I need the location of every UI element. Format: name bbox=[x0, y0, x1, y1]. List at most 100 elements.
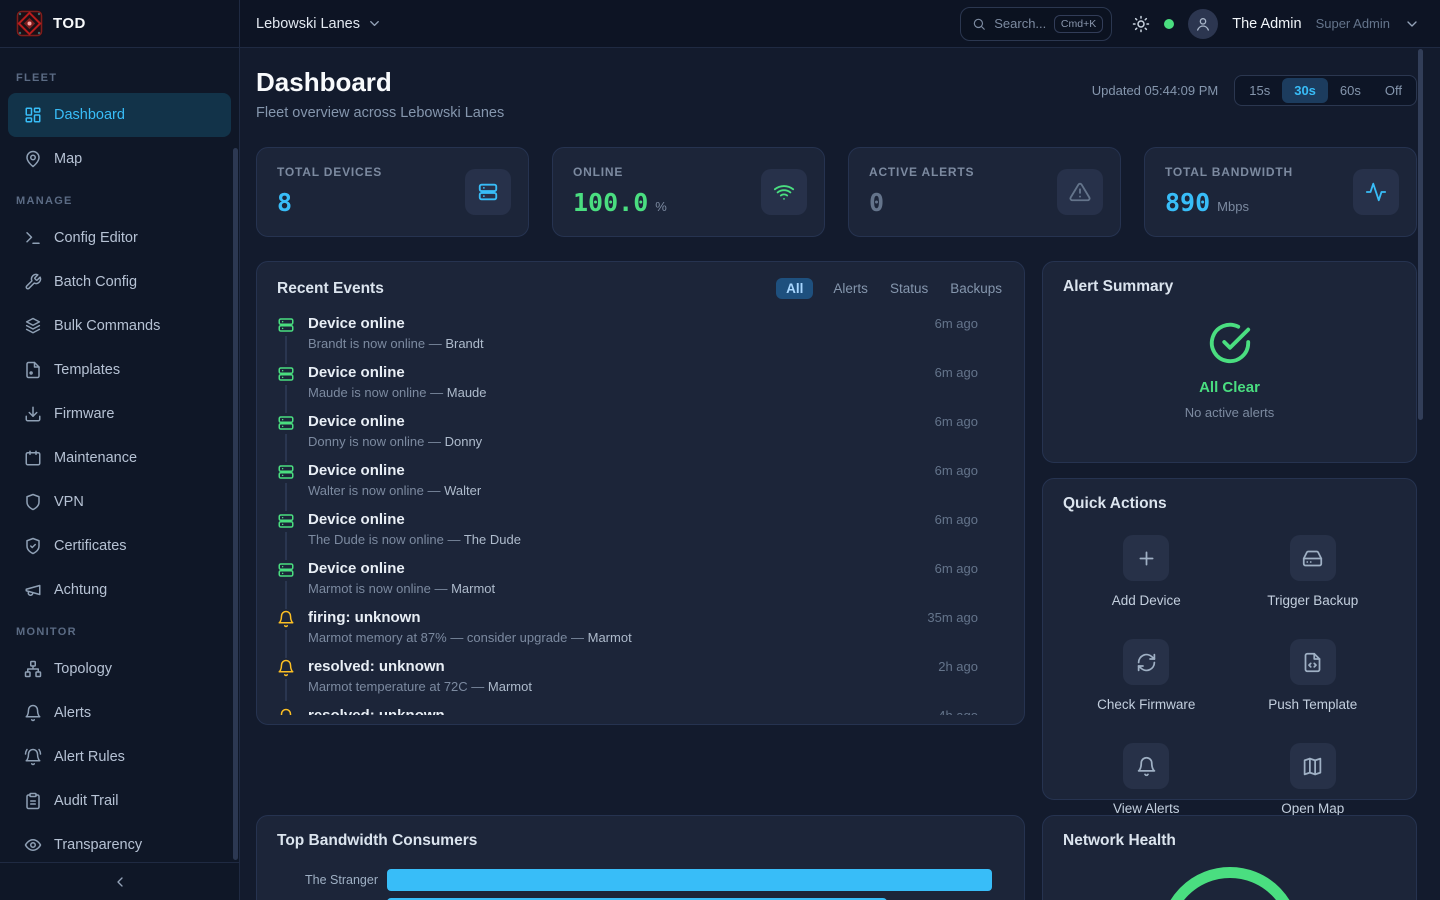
sidebar-item-label: Batch Config bbox=[54, 274, 137, 290]
quick-action-label: Trigger Backup bbox=[1267, 593, 1358, 608]
stat-suffix: % bbox=[655, 199, 667, 214]
quick-action-label: Open Map bbox=[1281, 801, 1344, 816]
event-time: 6m ago bbox=[935, 316, 1004, 331]
sidebar-item-achtung[interactable]: Achtung bbox=[8, 568, 231, 612]
quick-action-trigger-backup[interactable]: Trigger Backup bbox=[1230, 535, 1397, 608]
quick-action-view-alerts[interactable]: View Alerts bbox=[1063, 743, 1230, 816]
events-tab-backups[interactable]: Backups bbox=[948, 278, 1004, 299]
stat-card-online: ONLINE 100.0 % bbox=[552, 147, 825, 237]
event-title: Device online bbox=[308, 413, 405, 430]
sidebar-item-transparency[interactable]: Transparency bbox=[8, 823, 231, 862]
quick-action-label: Add Device bbox=[1112, 593, 1181, 608]
fleet-selector-label: Lebowski Lanes bbox=[256, 16, 360, 32]
user-icon bbox=[1195, 16, 1211, 32]
network-health-panel: Network Health 100 bbox=[1042, 815, 1417, 900]
sidebar-item-maintenance[interactable]: Maintenance bbox=[8, 436, 231, 480]
quick-action-check-firmware[interactable]: Check Firmware bbox=[1063, 639, 1230, 712]
sidebar-item-templates[interactable]: Templates bbox=[8, 348, 231, 392]
topbar: TOD Lebowski Lanes Cmd+K The Admin Super… bbox=[0, 0, 1440, 48]
events-tab-status[interactable]: Status bbox=[888, 278, 930, 299]
sidebar-item-alert-rules[interactable]: Alert Rules bbox=[8, 735, 231, 779]
sidebar-item-bulk-commands[interactable]: Bulk Commands bbox=[8, 304, 231, 348]
alert-summary-title: Alert Summary bbox=[1063, 278, 1396, 296]
chevron-down-icon bbox=[367, 16, 382, 31]
quick-action-push-template[interactable]: Push Template bbox=[1230, 639, 1397, 712]
alert-summary-status: All Clear bbox=[1199, 379, 1260, 396]
sidebar-item-batch-config[interactable]: Batch Config bbox=[8, 260, 231, 304]
events-scrollbar[interactable] bbox=[1418, 49, 1423, 420]
quick-actions-panel: Quick Actions Add Device Trigger Backup bbox=[1042, 478, 1417, 800]
server-icon bbox=[277, 315, 295, 336]
sidebar-item-vpn[interactable]: VPN bbox=[8, 480, 231, 524]
alert-summary-detail: No active alerts bbox=[1185, 405, 1275, 420]
interval-option-60s[interactable]: 60s bbox=[1328, 78, 1373, 103]
clipboard-icon bbox=[24, 792, 42, 810]
user-role: Super Admin bbox=[1316, 16, 1390, 31]
interval-option-15s[interactable]: 15s bbox=[1237, 78, 1282, 103]
search-input[interactable] bbox=[994, 16, 1046, 31]
recent-events-panel: Recent Events All Alerts Status Backups bbox=[256, 261, 1025, 725]
sidebar-item-certificates[interactable]: Certificates bbox=[8, 524, 231, 568]
user-menu-button[interactable] bbox=[1404, 16, 1420, 32]
stat-icon-chip bbox=[465, 169, 511, 215]
sidebar-item-topology[interactable]: Topology bbox=[8, 647, 231, 691]
map-icon bbox=[1302, 756, 1323, 777]
map-pin-icon bbox=[24, 150, 42, 168]
sidebar-item-config-editor[interactable]: Config Editor bbox=[8, 216, 231, 260]
event-subtitle: The Dude is now onlineThe Dude bbox=[308, 532, 1004, 547]
server-icon bbox=[277, 560, 295, 581]
sidebar-item-map[interactable]: Map bbox=[8, 137, 231, 181]
sidebar-item-dashboard[interactable]: Dashboard bbox=[8, 93, 231, 137]
event-time: 6m ago bbox=[935, 512, 1004, 527]
sidebar-item-label: Topology bbox=[54, 661, 112, 677]
stat-value: 8 bbox=[277, 188, 292, 217]
interval-option-30s[interactable]: 30s bbox=[1282, 78, 1328, 103]
sidebar-section-monitor: MONITOR bbox=[0, 616, 239, 647]
interval-option-off[interactable]: Off bbox=[1373, 78, 1414, 103]
event-title: Device online bbox=[308, 511, 405, 528]
event-title: Device online bbox=[308, 315, 405, 332]
avatar[interactable] bbox=[1188, 9, 1218, 39]
search-shortcut-badge: Cmd+K bbox=[1054, 15, 1103, 33]
sidebar-item-firmware[interactable]: Firmware bbox=[8, 392, 231, 436]
sidebar-item-label: Bulk Commands bbox=[54, 318, 160, 334]
terminal-icon bbox=[24, 229, 42, 247]
event-title: Device online bbox=[308, 560, 405, 577]
search-box[interactable]: Cmd+K bbox=[960, 7, 1112, 41]
event-row: Device online 6m ago Brandt is now onlin… bbox=[277, 315, 1004, 351]
sidebar-item-audit-trail[interactable]: Audit Trail bbox=[8, 779, 231, 823]
sidebar-collapse-button[interactable] bbox=[0, 862, 239, 900]
event-time: 6m ago bbox=[935, 365, 1004, 380]
sidebar-item-alerts[interactable]: Alerts bbox=[8, 691, 231, 735]
event-row: Device online 6m ago Maude is now online… bbox=[277, 364, 1004, 400]
sidebar-item-label: Config Editor bbox=[54, 230, 138, 246]
bandwidth-panel: Top Bandwidth Consumers The Stranger Wal… bbox=[256, 815, 1025, 900]
event-row: resolved: unknown 4h ago bbox=[277, 707, 1004, 715]
stat-value: 890 bbox=[1165, 188, 1210, 217]
quick-action-add-device[interactable]: Add Device bbox=[1063, 535, 1230, 608]
eye-icon bbox=[24, 836, 42, 854]
quick-action-open-map[interactable]: Open Map bbox=[1230, 743, 1397, 816]
calendar-icon bbox=[24, 449, 42, 467]
wifi-icon bbox=[773, 181, 795, 203]
wrench-icon bbox=[24, 273, 42, 291]
fleet-selector[interactable]: Lebowski Lanes bbox=[256, 16, 382, 32]
quick-action-label: View Alerts bbox=[1113, 801, 1180, 816]
sidebar-section-manage: MANAGE bbox=[0, 185, 239, 216]
sidebar: FLEET Dashboard Map MANAGE bbox=[0, 48, 240, 900]
event-subtitle: Walter is now onlineWalter bbox=[308, 483, 1004, 498]
sidebar-scrollbar[interactable] bbox=[233, 148, 238, 860]
sidebar-item-label: Maintenance bbox=[54, 450, 137, 466]
event-subtitle: Marmot memory at 87% — consider upgradeM… bbox=[308, 630, 1004, 645]
events-tab-all[interactable]: All bbox=[776, 278, 813, 299]
events-list: Device online 6m ago Brandt is now onlin… bbox=[277, 315, 1004, 715]
bell-icon bbox=[277, 707, 295, 715]
sidebar-item-label: Alert Rules bbox=[54, 749, 125, 765]
main-content: Dashboard Fleet overview across Lebowski… bbox=[240, 48, 1440, 900]
quick-action-label: Check Firmware bbox=[1097, 697, 1195, 712]
server-icon bbox=[277, 462, 295, 483]
event-row: Device online 6m ago Donny is now online… bbox=[277, 413, 1004, 449]
theme-toggle-button[interactable] bbox=[1132, 15, 1150, 33]
events-tab-alerts[interactable]: Alerts bbox=[831, 278, 870, 299]
refresh-icon bbox=[1136, 652, 1157, 673]
